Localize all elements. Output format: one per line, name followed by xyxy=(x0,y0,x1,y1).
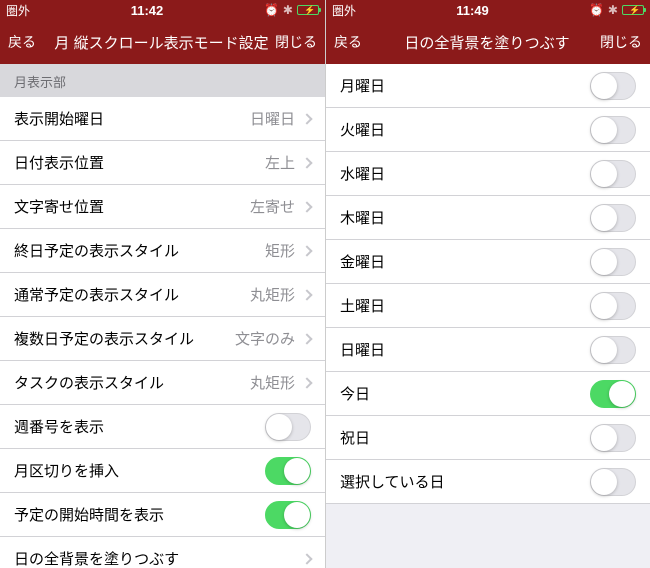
row-value: 矩形 xyxy=(265,240,295,261)
nav-title: 日の全背景を塗りつぶす xyxy=(374,32,600,53)
row-label: 文字寄せ位置 xyxy=(14,196,250,217)
day-toggle-row[interactable]: 水曜日 xyxy=(326,152,650,196)
chevron-right-icon xyxy=(301,333,312,344)
row-label: 選択している日 xyxy=(340,471,590,492)
toggle-switch[interactable] xyxy=(590,380,636,408)
row-label: 終日予定の表示スタイル xyxy=(14,240,265,261)
day-toggle-row[interactable]: 選択している日 xyxy=(326,460,650,504)
row-label: 予定の開始時間を表示 xyxy=(14,504,265,525)
row-label: 表示開始曜日 xyxy=(14,108,250,129)
settings-row[interactable]: 複数日予定の表示スタイル文字のみ xyxy=(0,317,325,361)
row-label: 複数日予定の表示スタイル xyxy=(14,328,235,349)
chevron-right-icon xyxy=(301,113,312,124)
close-button[interactable]: 閉じる xyxy=(600,32,642,52)
settings-list[interactable]: 月表示部表示開始曜日日曜日日付表示位置左上文字寄せ位置左寄せ終日予定の表示スタイ… xyxy=(0,64,325,568)
toggle-switch[interactable] xyxy=(265,413,311,441)
settings-row[interactable]: タスクの表示スタイル丸矩形 xyxy=(0,361,325,405)
nav-bar: 戻る 月 縦スクロール表示モード設定 閉じる xyxy=(0,20,325,64)
chevron-right-icon xyxy=(301,201,312,212)
row-value: 左寄せ xyxy=(250,196,295,217)
toggle-switch[interactable] xyxy=(590,468,636,496)
toggle-switch[interactable] xyxy=(590,424,636,452)
chevron-right-icon xyxy=(301,245,312,256)
toggle-switch[interactable] xyxy=(590,292,636,320)
row-label: 週番号を表示 xyxy=(14,416,265,437)
nav-bar: 戻る 日の全背景を塗りつぶす 閉じる xyxy=(326,20,650,64)
battery-icon: ⚡ xyxy=(622,5,644,15)
row-label: 日の全背景を塗りつぶす xyxy=(14,548,301,568)
day-toggle-row[interactable]: 月曜日 xyxy=(326,64,650,108)
toggle-switch[interactable] xyxy=(590,336,636,364)
toggle-switch[interactable] xyxy=(590,72,636,100)
status-bar: 圏外 11:42 ⏰ ✱ ⚡ xyxy=(0,0,325,20)
chevron-right-icon xyxy=(301,157,312,168)
row-label: 金曜日 xyxy=(340,251,590,272)
status-bar: 圏外 11:49 ⏰ ✱ ⚡ xyxy=(326,0,650,20)
day-toggle-list[interactable]: 月曜日火曜日水曜日木曜日金曜日土曜日日曜日今日祝日選択している日 xyxy=(326,64,650,568)
settings-row[interactable]: 文字寄せ位置左寄せ xyxy=(0,185,325,229)
toggle-switch[interactable] xyxy=(590,248,636,276)
row-label: 土曜日 xyxy=(340,295,590,316)
row-label: 日付表示位置 xyxy=(14,152,265,173)
toggle-switch[interactable] xyxy=(590,160,636,188)
screen-left: 圏外 11:42 ⏰ ✱ ⚡ 戻る 月 縦スクロール表示モード設定 閉じる 月表… xyxy=(0,0,325,568)
settings-row[interactable]: 日の全背景を塗りつぶす xyxy=(0,537,325,568)
settings-row[interactable]: 予定の開始時間を表示 xyxy=(0,493,325,537)
row-value: 丸矩形 xyxy=(250,284,295,305)
row-label: タスクの表示スタイル xyxy=(14,372,250,393)
toggle-switch[interactable] xyxy=(265,501,311,529)
status-time: 11:49 xyxy=(456,3,489,18)
bluetooth-icon: ✱ xyxy=(608,3,618,17)
row-label: 木曜日 xyxy=(340,207,590,228)
row-label: 月曜日 xyxy=(340,75,590,96)
settings-row[interactable]: 日付表示位置左上 xyxy=(0,141,325,185)
settings-row[interactable]: 終日予定の表示スタイル矩形 xyxy=(0,229,325,273)
row-value: 日曜日 xyxy=(250,108,295,129)
row-value: 文字のみ xyxy=(235,328,295,349)
toggle-switch[interactable] xyxy=(590,116,636,144)
day-toggle-row[interactable]: 今日 xyxy=(326,372,650,416)
day-toggle-row[interactable]: 祝日 xyxy=(326,416,650,460)
day-toggle-row[interactable]: 土曜日 xyxy=(326,284,650,328)
row-label: 水曜日 xyxy=(340,163,590,184)
settings-row[interactable]: 月区切りを挿入 xyxy=(0,449,325,493)
carrier-text: 圏外 xyxy=(332,2,356,19)
toggle-switch[interactable] xyxy=(265,457,311,485)
settings-row[interactable]: 通常予定の表示スタイル丸矩形 xyxy=(0,273,325,317)
row-label: 月区切りを挿入 xyxy=(14,460,265,481)
settings-row[interactable]: 表示開始曜日日曜日 xyxy=(0,97,325,141)
settings-row[interactable]: 週番号を表示 xyxy=(0,405,325,449)
toggle-switch[interactable] xyxy=(590,204,636,232)
alarm-icon: ⏰ xyxy=(264,3,279,17)
back-button[interactable]: 戻る xyxy=(8,32,48,52)
day-toggle-row[interactable]: 日曜日 xyxy=(326,328,650,372)
carrier-text: 圏外 xyxy=(6,2,30,19)
row-value: 左上 xyxy=(265,152,295,173)
day-toggle-row[interactable]: 木曜日 xyxy=(326,196,650,240)
row-label: 今日 xyxy=(340,383,590,404)
row-label: 日曜日 xyxy=(340,339,590,360)
nav-title: 月 縦スクロール表示モード設定 xyxy=(48,32,275,53)
screen-right: 圏外 11:49 ⏰ ✱ ⚡ 戻る 日の全背景を塗りつぶす 閉じる 月曜日火曜日… xyxy=(325,0,650,568)
row-label: 祝日 xyxy=(340,427,590,448)
chevron-right-icon xyxy=(301,553,312,564)
row-label: 通常予定の表示スタイル xyxy=(14,284,250,305)
battery-icon: ⚡ xyxy=(297,5,319,15)
back-button[interactable]: 戻る xyxy=(334,32,374,52)
row-value: 丸矩形 xyxy=(250,372,295,393)
section-header: 月表示部 xyxy=(0,64,325,97)
chevron-right-icon xyxy=(301,377,312,388)
day-toggle-row[interactable]: 金曜日 xyxy=(326,240,650,284)
bluetooth-icon: ✱ xyxy=(283,3,293,17)
alarm-icon: ⏰ xyxy=(589,3,604,17)
day-toggle-row[interactable]: 火曜日 xyxy=(326,108,650,152)
status-time: 11:42 xyxy=(131,3,164,18)
close-button[interactable]: 閉じる xyxy=(275,32,317,52)
row-label: 火曜日 xyxy=(340,119,590,140)
chevron-right-icon xyxy=(301,289,312,300)
